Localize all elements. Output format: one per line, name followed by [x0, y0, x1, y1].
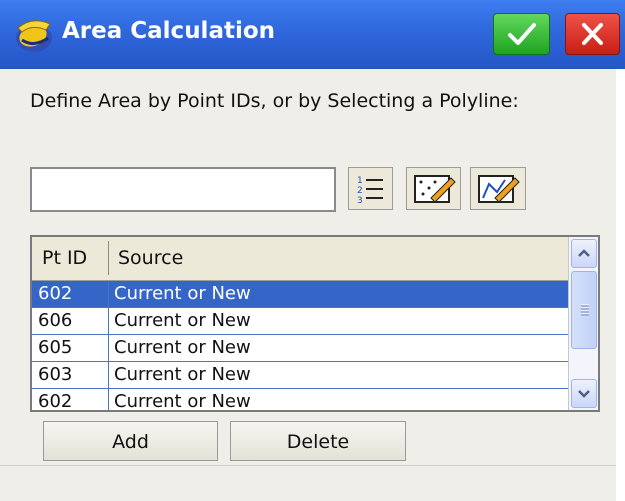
pt-id-cell: 602	[38, 391, 73, 412]
column-divider[interactable]	[108, 241, 109, 275]
divider	[0, 465, 616, 466]
cell-divider	[108, 389, 109, 410]
app-logo-icon	[16, 20, 52, 52]
pt-id-cell: 603	[38, 364, 73, 385]
svg-text:2: 2	[357, 186, 363, 196]
list-icon: 1 2 3	[357, 176, 383, 206]
grip-icon	[581, 304, 589, 316]
pt-id-cell: 602	[38, 283, 73, 304]
instruction-text: Define Area by Point IDs, or by Selectin…	[30, 90, 519, 112]
select-from-map-button[interactable]	[406, 167, 461, 210]
add-button[interactable]: Add	[43, 421, 218, 461]
table-scrollbar[interactable]	[568, 237, 598, 410]
area-calculation-window: Area Calculation Define Area by Point ID…	[0, 0, 625, 501]
table-rows: 602 Current or New 606 Current or New 60…	[32, 281, 568, 412]
cell-divider	[108, 308, 109, 334]
ok-button[interactable]	[493, 13, 550, 55]
table-row[interactable]: 603 Current or New	[32, 362, 568, 389]
window-edge	[616, 69, 625, 501]
table-row[interactable]: 602 Current or New	[32, 389, 568, 412]
chevron-down-icon	[578, 390, 590, 398]
table-row-selected[interactable]: 602 Current or New	[32, 281, 568, 308]
dialog-body: Define Area by Point IDs, or by Selectin…	[0, 69, 625, 501]
source-cell: Current or New	[114, 364, 251, 385]
cell-divider	[108, 362, 109, 388]
scroll-down-button[interactable]	[571, 379, 597, 408]
scroll-thumb[interactable]	[571, 271, 597, 349]
checkmark-icon	[508, 23, 536, 45]
svg-text:1: 1	[357, 176, 363, 186]
delete-button[interactable]: Delete	[230, 421, 406, 461]
pt-id-cell: 605	[38, 337, 73, 358]
table-row[interactable]: 605 Current or New	[32, 335, 568, 362]
chevron-up-icon	[578, 249, 590, 257]
source-cell: Current or New	[114, 283, 251, 304]
source-cell: Current or New	[114, 310, 251, 331]
close-icon	[582, 23, 603, 45]
point-list-button[interactable]: 1 2 3	[348, 167, 393, 210]
title-bar: Area Calculation	[0, 0, 625, 69]
select-polyline-button[interactable]	[470, 167, 526, 210]
svg-text:3: 3	[357, 196, 363, 206]
table-row[interactable]: 606 Current or New	[32, 308, 568, 335]
pt-id-cell: 606	[38, 310, 73, 331]
window-title: Area Calculation	[62, 18, 276, 44]
cell-divider	[108, 281, 109, 307]
points-table: Pt ID Source 602 Current or New 606 Curr…	[30, 235, 600, 412]
table-header: Pt ID Source	[32, 237, 568, 281]
scroll-up-button[interactable]	[571, 239, 597, 268]
dialog-panel: Define Area by Point IDs, or by Selectin…	[0, 69, 616, 501]
cell-divider	[108, 335, 109, 361]
point-id-input[interactable]	[30, 167, 336, 212]
close-button[interactable]	[565, 13, 620, 55]
source-cell: Current or New	[114, 391, 251, 412]
map-select-icon	[414, 175, 456, 203]
column-header-pt-id[interactable]: Pt ID	[42, 237, 87, 279]
source-cell: Current or New	[114, 337, 251, 358]
column-header-source[interactable]: Source	[118, 237, 183, 279]
polyline-select-icon	[478, 175, 520, 203]
